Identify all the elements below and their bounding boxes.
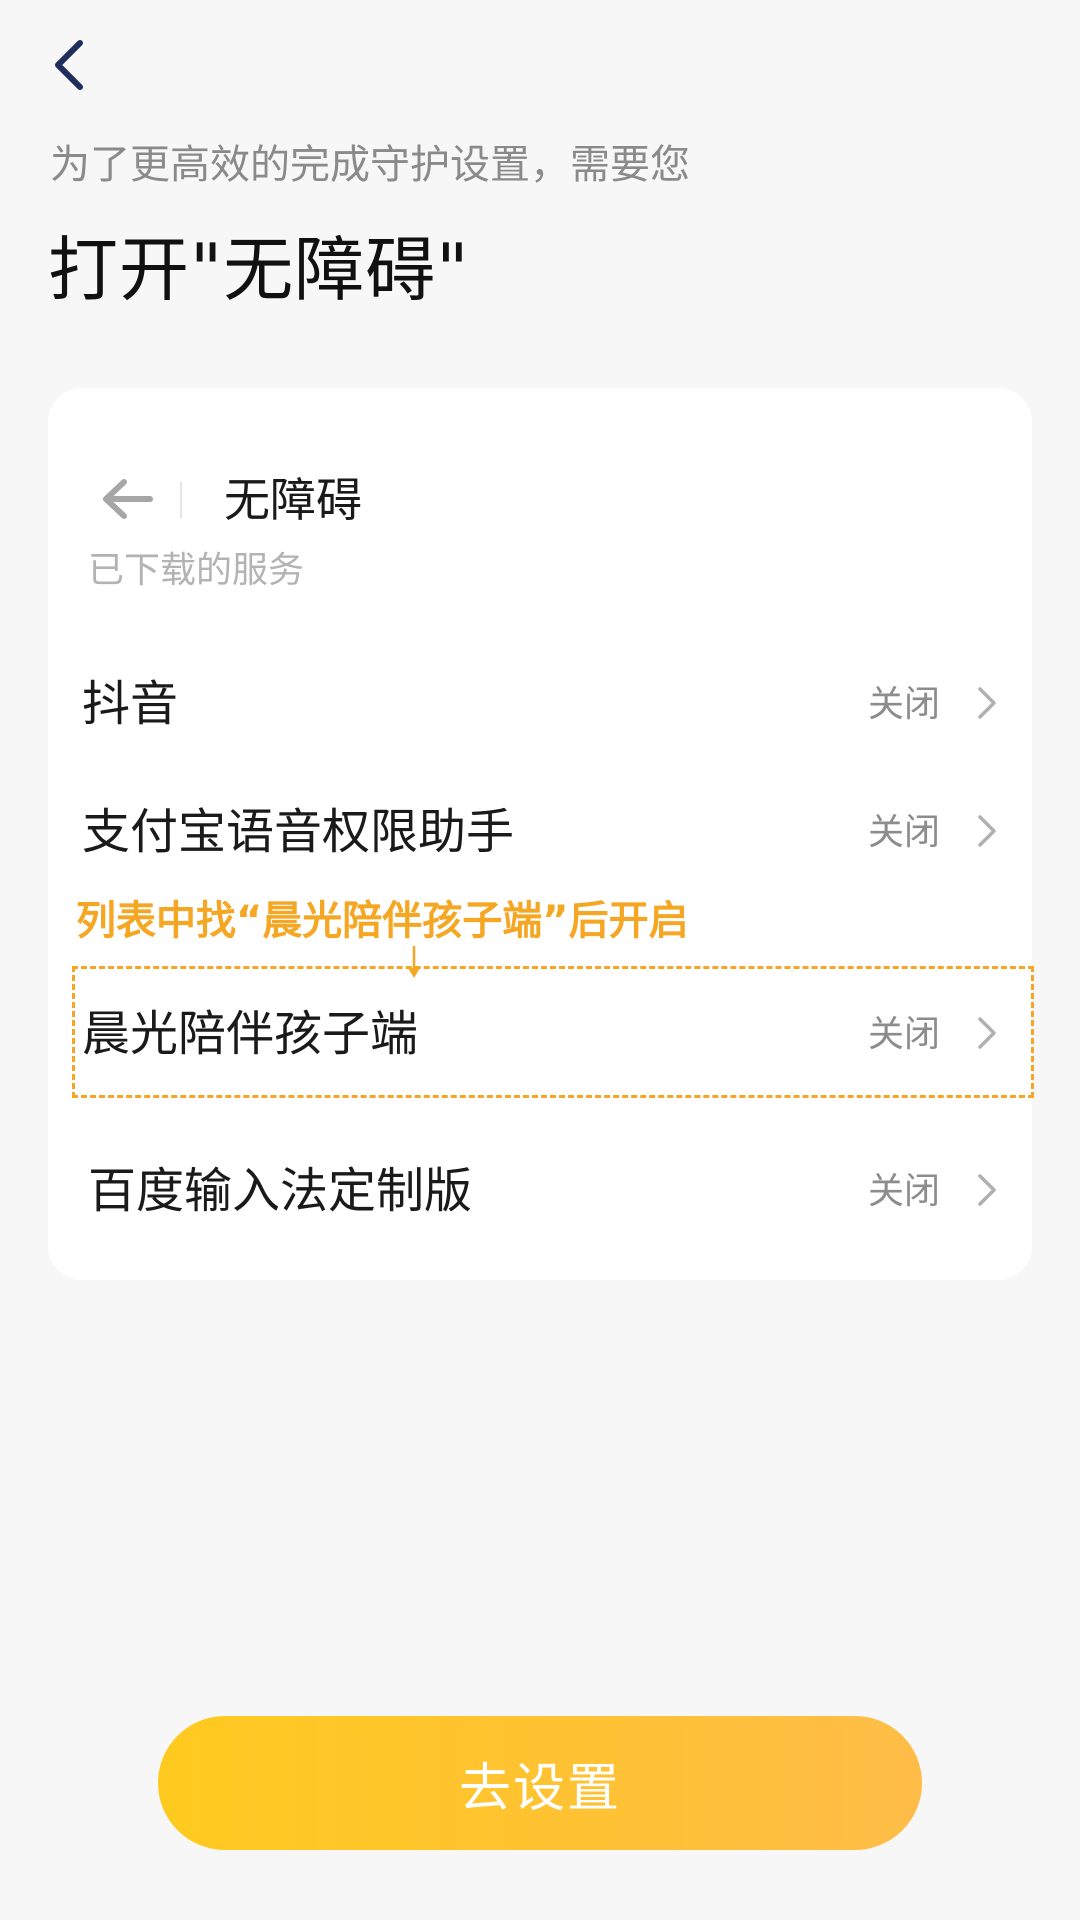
screen: 为了更高效的完成守护设置，需要您 打开"无障碍" 无障碍 已下载的服务 抖音 关… xyxy=(0,0,1080,1920)
page-subtitle: 为了更高效的完成守护设置，需要您 xyxy=(50,142,690,188)
service-name: 支付宝语音权限助手 xyxy=(82,804,515,860)
mock-accessibility-header: 无障碍 xyxy=(48,448,1032,548)
page-title: 打开"无障碍" xyxy=(48,229,470,311)
chevron-right-icon xyxy=(978,687,996,719)
service-status: 关闭 xyxy=(867,1014,940,1055)
section-label: 已下载的服务 xyxy=(88,550,305,591)
chevron-right-icon xyxy=(978,815,996,847)
back-button[interactable] xyxy=(50,30,110,100)
service-name: 百度输入法定制版 xyxy=(88,1163,473,1219)
go-settings-button[interactable]: 去设置 xyxy=(158,1716,922,1850)
service-item-douyin[interactable]: 抖音 关闭 xyxy=(48,653,1032,753)
arrow-down-icon xyxy=(408,946,420,978)
service-name: 抖音 xyxy=(82,676,179,732)
service-status: 关闭 xyxy=(867,812,940,853)
accessibility-guide-card: 无障碍 已下载的服务 抖音 关闭 支付宝语音权限助手 关闭 列表中找“晨光陪伴孩… xyxy=(48,388,1034,1280)
service-status: 关闭 xyxy=(867,684,940,725)
service-item-baidu-ime[interactable]: 百度输入法定制版 关闭 xyxy=(48,1140,1032,1240)
chevron-right-icon xyxy=(978,1174,996,1206)
header-divider xyxy=(180,482,182,518)
go-settings-label: 去设置 xyxy=(458,1758,621,1819)
chevron-left-icon xyxy=(55,40,83,90)
service-name: 晨光陪伴孩子端 xyxy=(82,1006,419,1062)
service-status: 关闭 xyxy=(867,1171,940,1212)
mock-header-title: 无障碍 xyxy=(224,473,362,527)
arrow-left-icon xyxy=(103,479,153,519)
guide-hint: 列表中找“晨光陪伴孩子端”后开启 xyxy=(76,898,689,944)
service-item-chenguang-child[interactable]: 晨光陪伴孩子端 关闭 xyxy=(48,983,1032,1083)
service-item-alipay-voice[interactable]: 支付宝语音权限助手 关闭 xyxy=(48,781,1032,881)
chevron-right-icon xyxy=(978,1017,996,1049)
